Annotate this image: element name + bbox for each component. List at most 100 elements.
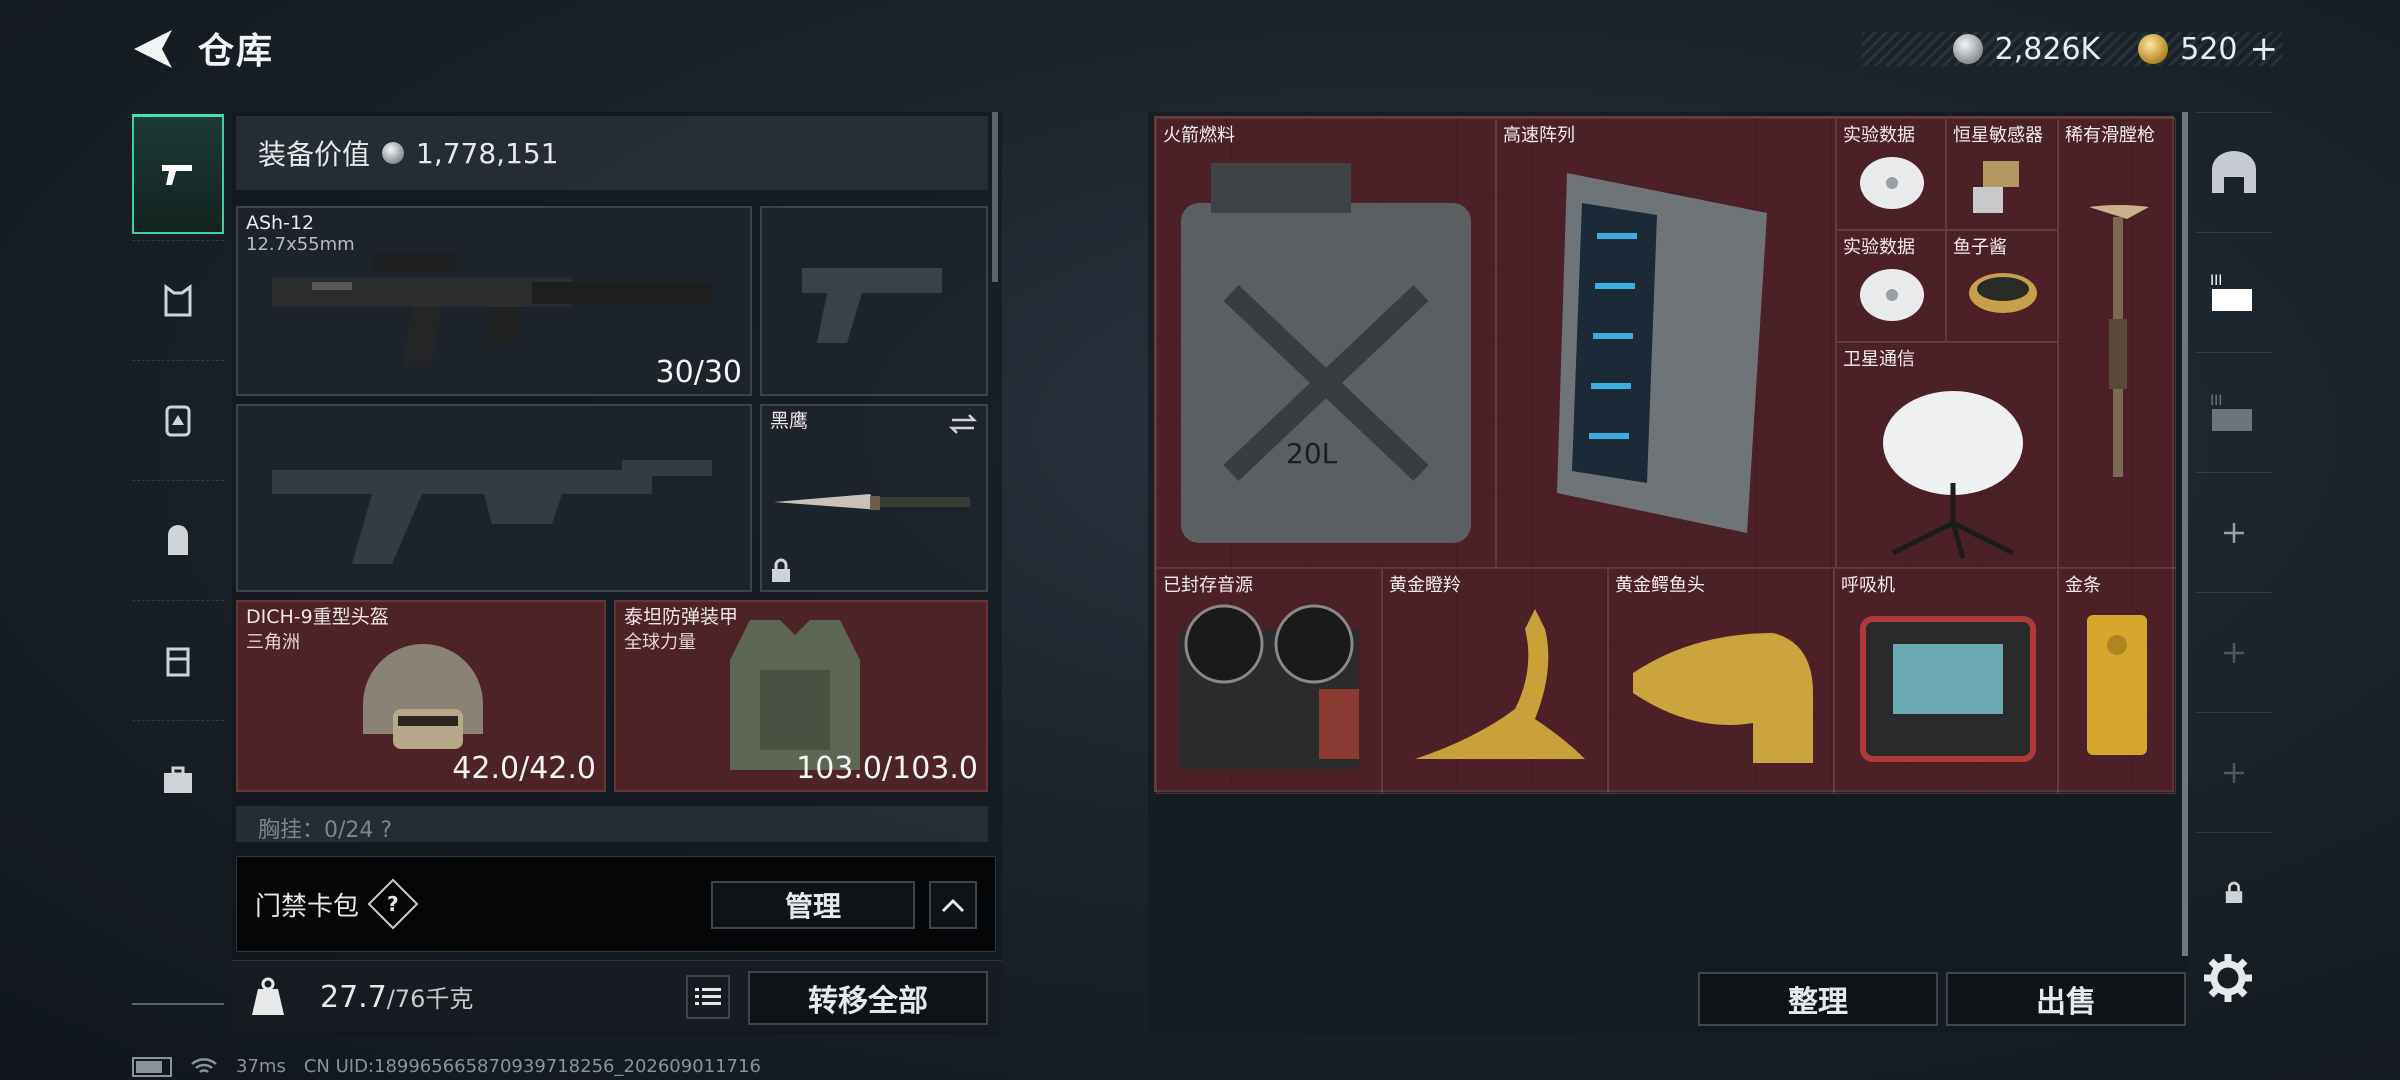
primary-weapon-slot[interactable]: ASh-12 12.7x55mm 30/30 (236, 206, 752, 396)
plus-icon (2224, 642, 2244, 663)
stash-grid: 火箭燃料 20L 高速阵列 实验数据 恒星敏感器 稀有滑膛枪 实验数据 鱼子酱 … (1154, 116, 2176, 794)
weapon-ammo: 30/30 (655, 355, 742, 390)
gold-coin-icon (2138, 34, 2169, 64)
weight-current: 27.7 (320, 980, 387, 1015)
stash-item-experiment-data-2[interactable]: 实验数据 (1836, 230, 1946, 342)
weight-bar: 27.7/76千克 转移全部 (232, 960, 1002, 1032)
stash-tab-3[interactable]: III (2196, 352, 2272, 472)
stash-item-experiment-data[interactable]: 实验数据 (1836, 118, 1946, 230)
musket-image (2089, 205, 2149, 477)
stash-item-high-speed-array[interactable]: 高速阵列 (1496, 118, 1836, 568)
nav-chest-rig[interactable] (132, 240, 224, 360)
tape-recorder-image (1179, 604, 1359, 769)
list-view-button[interactable] (686, 975, 730, 1019)
silver-amount: 2,826K (1994, 31, 2101, 67)
add-stash-tab-button-2[interactable] (2196, 592, 2272, 712)
nav-backpack[interactable] (132, 480, 224, 600)
jerrycan-image: 20L (1181, 163, 1471, 543)
ventilator-image (1860, 616, 2036, 762)
stash-item-golden-crocodile-head[interactable]: 黄金鳄鱼头 (1608, 568, 1834, 794)
add-stash-tab-button[interactable] (2196, 472, 2272, 592)
svg-text:III: III (2210, 393, 2222, 409)
weight-max: /76千克 (386, 985, 474, 1013)
pouch-icon (166, 647, 190, 676)
lock-icon (2225, 881, 2243, 903)
nav-pouch[interactable] (132, 600, 224, 720)
helmet-brand: 三角洲 (246, 632, 300, 653)
disc-image (1860, 269, 1924, 321)
svg-text:20L: 20L (1286, 437, 1338, 470)
uid-text: CN UID:1899656658709397182​56_2026090117… (303, 1056, 761, 1077)
plus-icon (2224, 762, 2244, 783)
stash-page-icon: III (2210, 393, 2252, 431)
silver-coin-icon (1952, 34, 1983, 64)
tidy-button[interactable]: 整理 (1698, 972, 1938, 1026)
stash-tabs: III III (2196, 112, 2272, 1032)
add-currency-button[interactable]: + (2250, 29, 2279, 69)
stash-item-ventilator[interactable]: 呼吸机 (1834, 568, 2058, 794)
status-bar: 37ms CN UID:1899656658709397182​56_20260… (132, 1056, 761, 1077)
melee-slot[interactable]: 黑鹰 (760, 404, 988, 592)
stash-scrollbar[interactable] (2182, 112, 2188, 956)
key-bag-label: 门禁卡包 (255, 891, 360, 922)
caviar-tin-image (1969, 273, 2037, 313)
golden-gazelle-image (1415, 609, 1585, 759)
stash-tab-main[interactable] (2196, 112, 2272, 232)
equipment-value-bar: 装备价值 1,778,151 (236, 116, 988, 190)
currency-bar: 2,826K 520 + (1862, 29, 2282, 69)
pistol-icon (162, 164, 192, 185)
gear-icon (2204, 954, 2252, 1002)
chevron-up-icon (941, 898, 965, 913)
nav-case[interactable] (132, 720, 224, 840)
rifle-silhouette-icon (272, 460, 712, 564)
helmet-slot[interactable]: DICH-9重型头盔 三角洲 42.0/42.0 (236, 600, 606, 792)
server-array-image (1557, 173, 1767, 533)
armor-durability: 103.0/103.0 (796, 751, 978, 786)
stash-item-satellite-comm[interactable]: 卫星通信 (1836, 342, 2058, 568)
loadout-scrollbar[interactable] (992, 112, 998, 282)
stash-item-star-sensor[interactable]: 恒星敏感器 (1946, 118, 2058, 230)
stash-item-sealed-audio[interactable]: 已封存音源 (1156, 568, 1382, 794)
manage-button[interactable]: 管理 (711, 881, 915, 929)
settings-button[interactable] (2200, 950, 2256, 1006)
stash-item-caviar[interactable]: 鱼子酱 (1946, 230, 2058, 342)
svg-text:III: III (2210, 273, 2222, 289)
page-title: 仓库 (198, 31, 275, 72)
add-stash-tab-button-3[interactable] (2196, 712, 2272, 832)
gold-bar-image (2087, 615, 2147, 755)
collapse-button[interactable] (929, 881, 977, 929)
pistol-slot[interactable] (760, 206, 988, 396)
stash-item-golden-gazelle[interactable]: 黄金瞪羚 (1382, 568, 1608, 794)
stash-item-rocket-fuel[interactable]: 火箭燃料 20L (1156, 118, 1496, 568)
help-icon[interactable]: ? (367, 878, 419, 930)
chest-rig-header: 胸挂：0/24 ? (236, 806, 988, 843)
stash-panel: 火箭燃料 20L 高速阵列 实验数据 恒星敏感器 稀有滑膛枪 实验数据 鱼子酱 … (1148, 112, 2188, 1034)
stash-item-gold-bar[interactable]: 金条 (2058, 568, 2176, 794)
helmet-durability: 42.0/42.0 (452, 751, 596, 786)
rifle-image (272, 252, 712, 367)
secondary-weapon-slot[interactable] (236, 404, 752, 592)
key-card-bag: 门禁卡包 ? 管理 (236, 856, 996, 952)
backpack-icon (168, 524, 188, 555)
back-arrow-icon (134, 30, 172, 68)
weight-icon (252, 977, 284, 1015)
armor-slot[interactable]: 泰坦防弹装甲 全球力量 103.0/103.0 (614, 600, 988, 792)
stash-page-icon: III (2210, 273, 2252, 311)
equipment-value: 1,778,151 (416, 136, 559, 170)
transfer-all-button[interactable]: 转移全部 (748, 971, 988, 1025)
nav-armor[interactable] (132, 360, 224, 480)
nav-weapons[interactable] (132, 114, 224, 234)
back-button[interactable] (128, 24, 178, 74)
battery-icon (132, 1056, 172, 1077)
sell-button[interactable]: 出售 (1946, 972, 2186, 1026)
melee-name: 黑鹰 (770, 410, 809, 432)
vault-icon (2212, 150, 2256, 193)
knife-image (774, 494, 970, 510)
pistol-silhouette-icon (802, 268, 942, 343)
stash-tab-3-active[interactable]: III (2196, 232, 2272, 352)
list-icon (695, 988, 721, 1005)
locked-stash-tab[interactable] (2196, 832, 2272, 952)
swap-icon[interactable] (948, 412, 978, 436)
stash-item-rare-musket[interactable]: 稀有滑膛枪 (2058, 118, 2176, 568)
silver-coin-icon (382, 142, 405, 164)
